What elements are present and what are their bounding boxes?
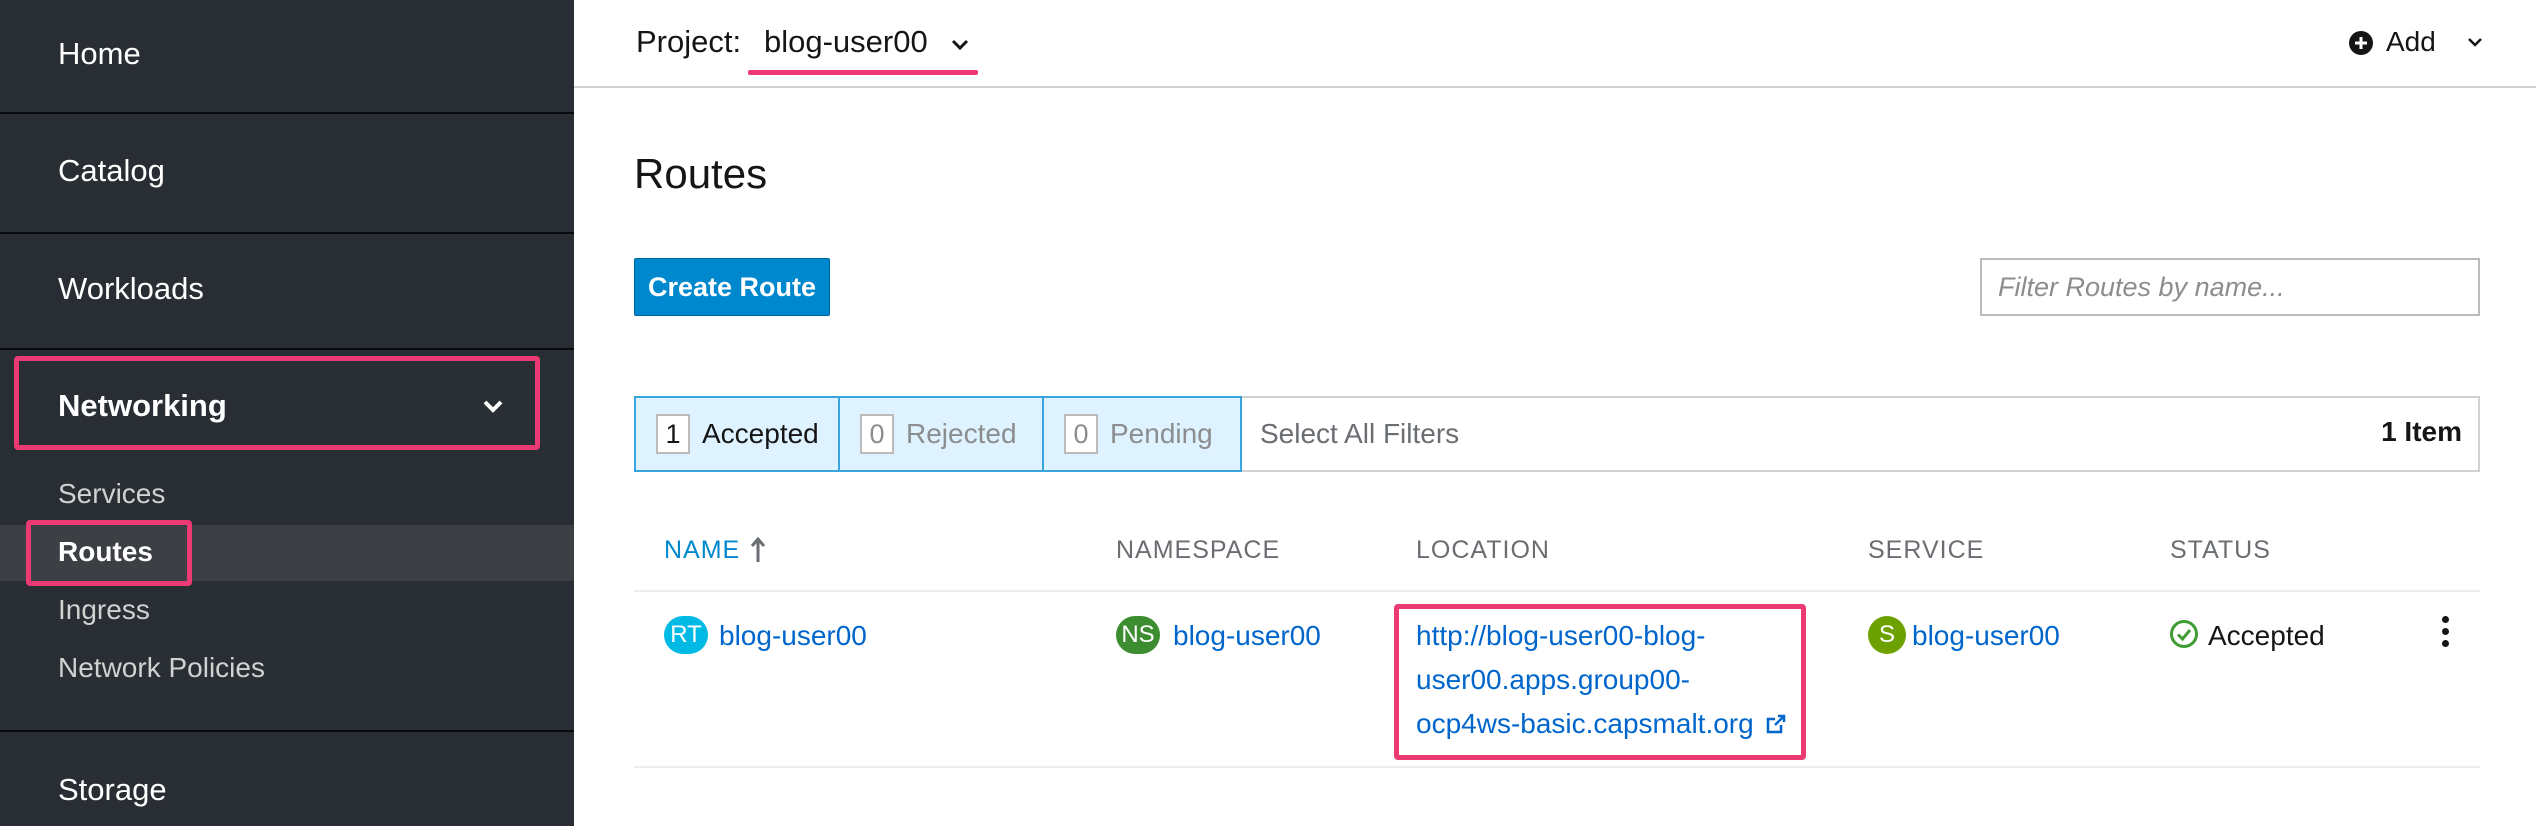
project-bar: Project: blog-user00 Add: [574, 0, 2536, 88]
sidebar-item-label: Home: [58, 36, 141, 71]
chevron-down-icon: [483, 400, 503, 413]
namespace-badge: NS: [1116, 616, 1160, 654]
plus-circle-icon: [2349, 31, 2373, 55]
route-location-link[interactable]: http://blog-user00-blog- user00.apps.gro…: [1416, 614, 1786, 746]
table-divider: [634, 766, 2480, 768]
sidebar-item-network-policies[interactable]: Network Policies: [0, 641, 574, 697]
add-button[interactable]: Add: [2348, 22, 2488, 62]
sidebar-item-storage[interactable]: Storage: [0, 732, 574, 826]
location-line: ocp4ws-basic.capsmalt.org: [1416, 708, 1754, 739]
sidebar-item-catalog[interactable]: Catalog: [0, 114, 574, 232]
sidebar-item-home[interactable]: Home: [0, 0, 574, 112]
add-label: Add: [2386, 26, 2436, 57]
filter-count: 0: [860, 414, 894, 454]
route-badge: RT: [664, 616, 708, 654]
service-link[interactable]: blog-user00: [1912, 620, 2060, 652]
select-all-filters-link[interactable]: Select All Filters: [1260, 418, 1459, 450]
project-dropdown[interactable]: blog-user00: [760, 10, 980, 70]
filter-chip-accepted[interactable]: 1 Accepted: [634, 396, 840, 472]
sidebar-item-label: Networking: [58, 388, 227, 423]
chevron-down-icon: [951, 39, 969, 51]
table-header-service[interactable]: SERVICE: [1868, 536, 1984, 565]
sidebar: Home Catalog Workloads Networking Servic…: [0, 0, 574, 826]
item-count: 1 Item: [2381, 416, 2462, 447]
location-line-last: ocp4ws-basic.capsmalt.org: [1416, 702, 1786, 746]
filter-chip-pending[interactable]: 0 Pending: [1042, 396, 1242, 472]
project-value: blog-user00: [764, 24, 928, 59]
sidebar-item-workloads[interactable]: Workloads: [0, 234, 574, 348]
sidebar-item-label: Storage: [58, 772, 167, 807]
sidebar-item-label: Network Policies: [58, 652, 265, 683]
sidebar-item-label: Services: [58, 478, 166, 509]
column-header-label: NAME: [664, 536, 741, 564]
filter-label: Pending: [1110, 418, 1213, 449]
location-line: http://blog-user00-blog-: [1416, 620, 1706, 651]
table-header-name[interactable]: NAME: [664, 532, 784, 572]
chevron-down-icon: [2468, 38, 2482, 47]
sidebar-item-label: Catalog: [58, 153, 165, 188]
filter-label: Rejected: [906, 418, 1017, 449]
table-header-namespace[interactable]: NAMESPACE: [1116, 536, 1280, 565]
filter-chip-rejected[interactable]: 0 Rejected: [838, 396, 1044, 472]
project-highlight: [748, 70, 978, 75]
kebab-menu-icon[interactable]: [2436, 614, 2454, 650]
filter-label: Accepted: [702, 418, 819, 449]
sidebar-item-services[interactable]: Services: [0, 467, 574, 523]
sort-ascending-icon: [750, 536, 766, 562]
filter-routes-input[interactable]: [1980, 258, 2480, 316]
service-badge: S: [1868, 616, 1906, 654]
location-line: user00.apps.group00-: [1416, 664, 1690, 695]
row-filter-bar: 1 Accepted 0 Rejected 0 Pending Select A…: [634, 396, 2480, 472]
table-header-status[interactable]: STATUS: [2170, 536, 2271, 565]
status-text: Accepted: [2208, 620, 2325, 651]
sidebar-item-routes[interactable]: Routes: [0, 525, 574, 581]
namespace-link[interactable]: blog-user00: [1173, 620, 1321, 652]
page-title: Routes: [634, 150, 768, 197]
sidebar-item-label: Ingress: [58, 594, 150, 625]
sidebar-item-ingress[interactable]: Ingress: [0, 583, 574, 639]
sidebar-item-label: Workloads: [58, 271, 204, 306]
create-route-button[interactable]: Create Route: [634, 258, 830, 316]
check-circle-icon: [2170, 620, 2198, 648]
project-label: Project:: [636, 24, 742, 59]
external-link-icon: [1767, 714, 1786, 734]
filter-count: 1: [656, 414, 690, 454]
route-name-link[interactable]: blog-user00: [719, 620, 867, 652]
filter-count: 0: [1064, 414, 1098, 454]
table-header-location[interactable]: LOCATION: [1416, 536, 1550, 565]
table-divider: [634, 590, 2480, 592]
sidebar-item-label: Routes: [58, 536, 153, 567]
